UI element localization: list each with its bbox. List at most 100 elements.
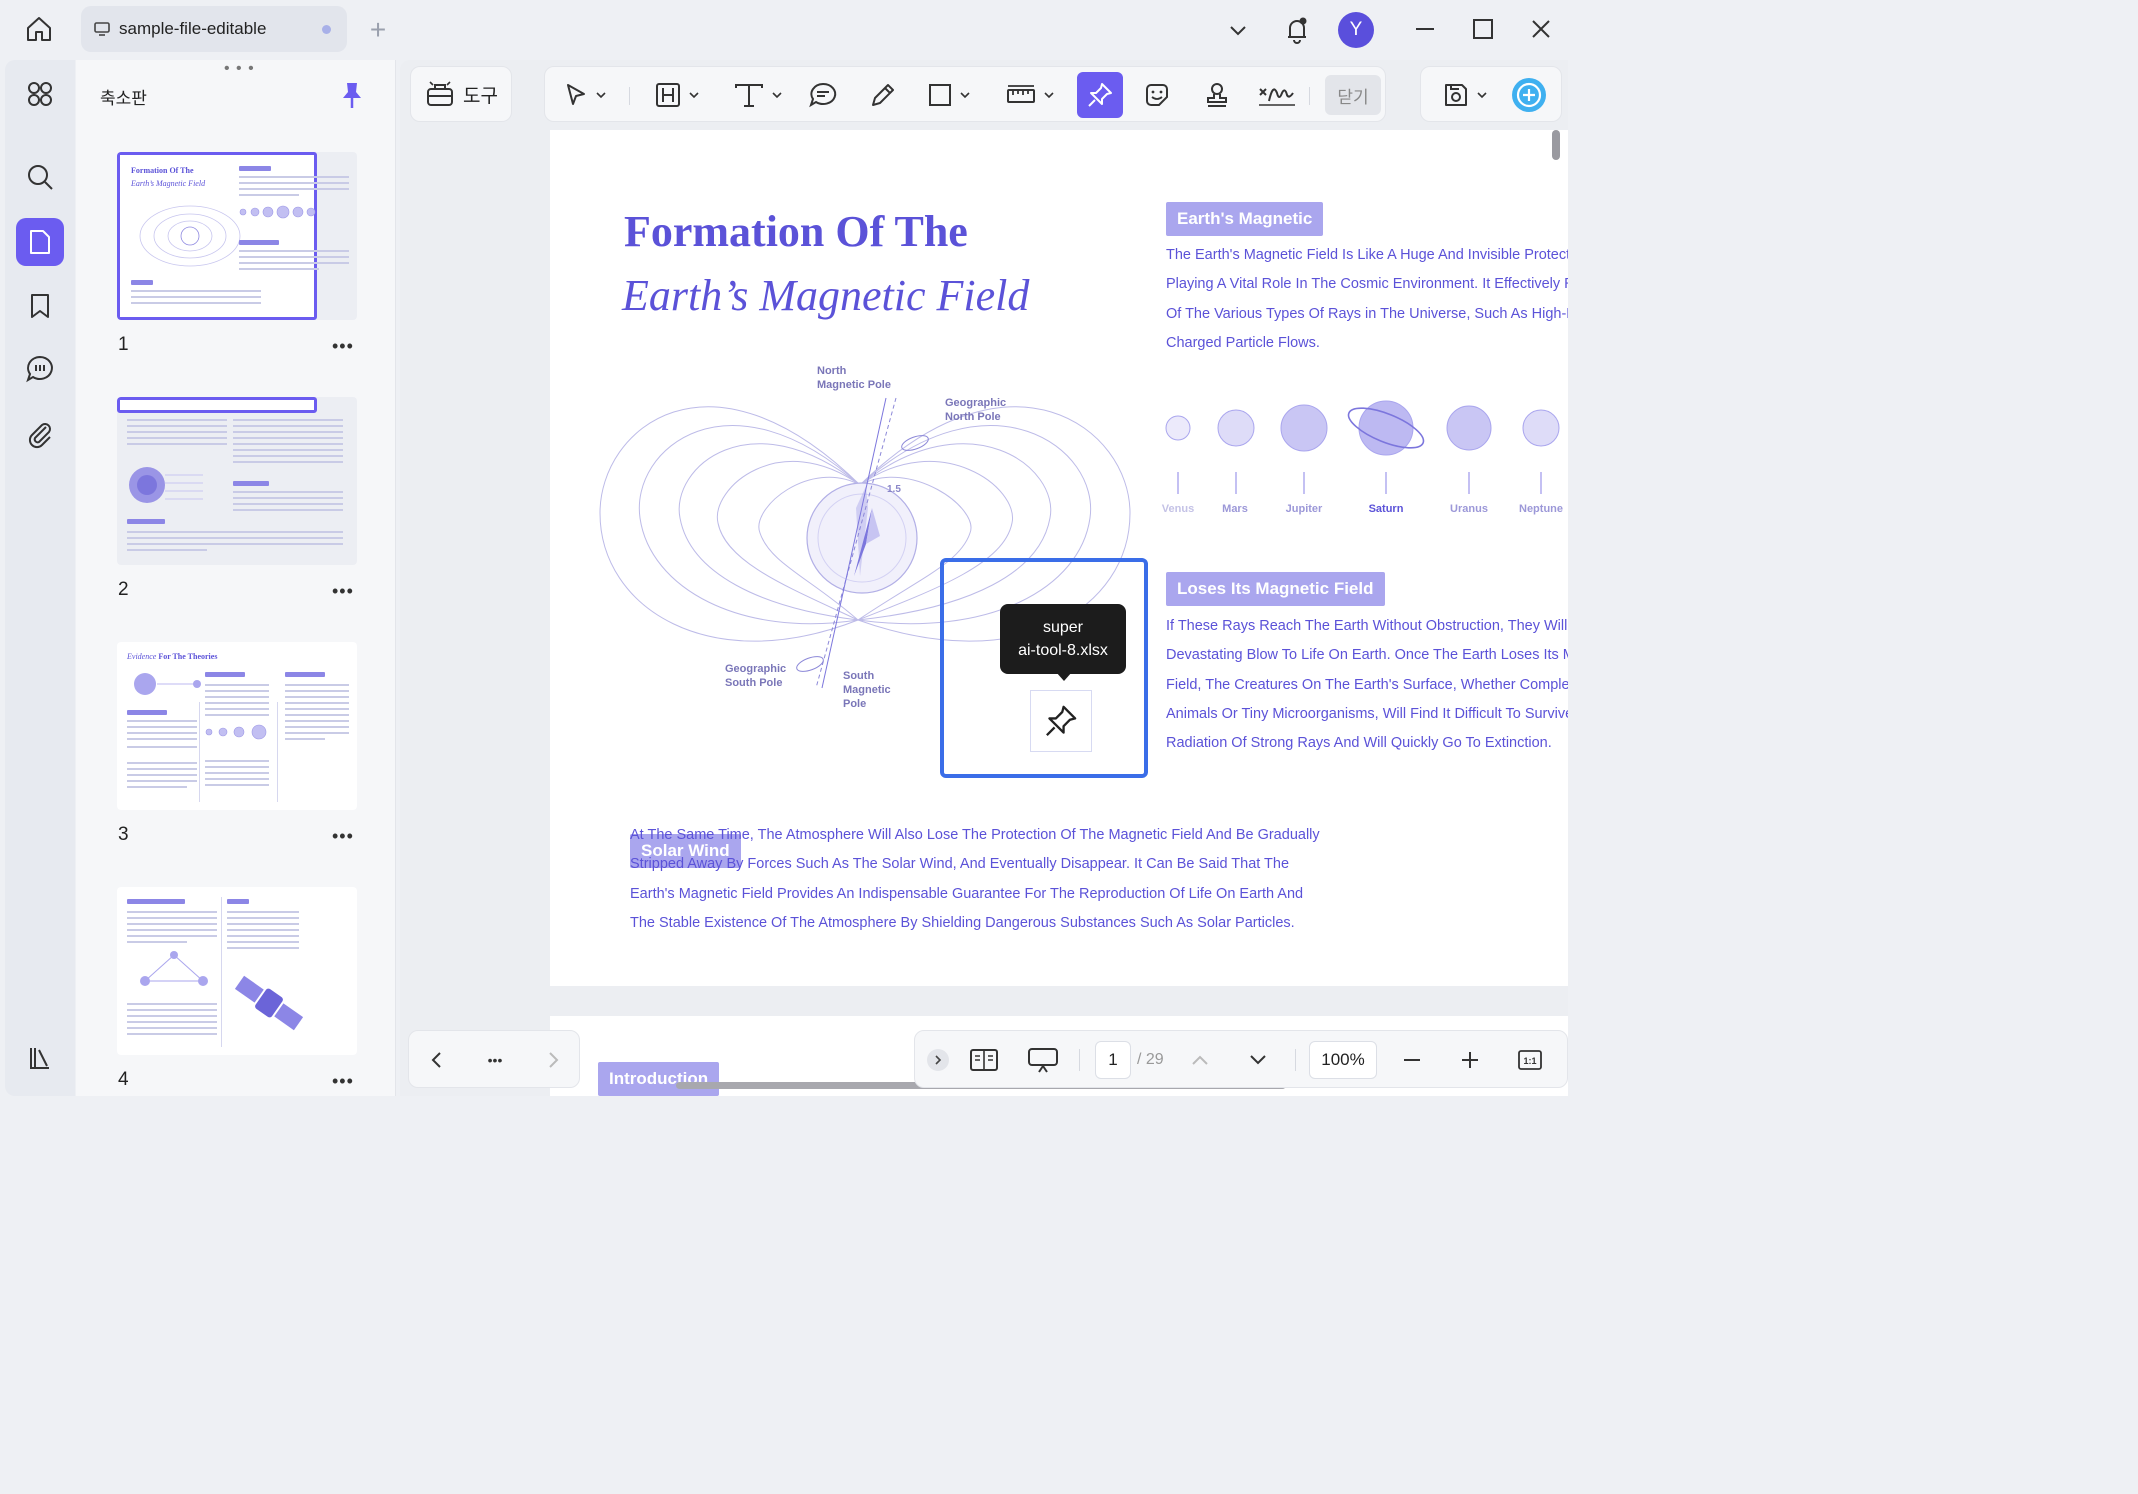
comments-button[interactable]	[16, 345, 64, 393]
maximize-icon	[1473, 19, 1493, 39]
minimize-icon	[1416, 28, 1434, 30]
previous-button[interactable]	[423, 1040, 451, 1080]
solar-wind-line-4: The Stable Existence Of The Atmosphere B…	[630, 915, 1295, 931]
pin-panel-button[interactable]	[340, 80, 364, 112]
save-button[interactable]	[1435, 75, 1495, 115]
tabs-dropdown-button[interactable]	[1222, 14, 1254, 46]
comment-bubble-icon	[809, 82, 837, 108]
paperclip-icon	[28, 423, 51, 449]
chevron-down-icon	[596, 92, 606, 99]
thumbnail-page-3[interactable]: Evidence For The Theories	[117, 642, 357, 810]
thumb-planets	[239, 205, 316, 219]
shape-tool[interactable]	[921, 75, 977, 115]
close-icon	[1532, 20, 1550, 38]
south-magnetic-pole-label: South Magnetic Pole	[843, 670, 891, 710]
section-heading-earths-magnetic: Earth's Magnetic	[1166, 202, 1324, 236]
zoom-in-button[interactable]	[1457, 1040, 1483, 1080]
vertical-scrollbar[interactable]	[1552, 130, 1560, 160]
thumb-subtitle: Earth’s Magnetic Field	[131, 179, 206, 188]
page-layout-button[interactable]	[967, 1040, 1001, 1080]
chevron-down-icon	[1044, 92, 1054, 99]
chevron-down-icon	[960, 92, 970, 99]
notifications-button[interactable]	[1280, 12, 1314, 48]
ai-assistant-button[interactable]	[1509, 75, 1549, 115]
two-page-icon	[970, 1049, 998, 1071]
maximize-button[interactable]	[1466, 12, 1500, 46]
pencil-tool[interactable]	[863, 75, 903, 115]
thumbnails-button[interactable]	[16, 218, 64, 266]
page-subtitle: Earth’s Magnetic Field	[622, 271, 1030, 320]
stamp-tool[interactable]	[1197, 75, 1237, 115]
library-button[interactable]	[16, 1034, 64, 1082]
planet-label: Uranus	[1450, 503, 1488, 515]
tools-button[interactable]: 도구	[410, 66, 512, 122]
planet-uranus	[1446, 405, 1492, 451]
tools-label: 도구	[463, 85, 498, 107]
highlight-icon	[656, 83, 680, 107]
next-button[interactable]	[539, 1040, 567, 1080]
pushpin-icon	[1046, 705, 1077, 736]
sticker-tool[interactable]	[1137, 75, 1177, 115]
page-icon	[30, 230, 50, 254]
annotation-toolbar: 닫기	[544, 66, 1386, 122]
thumbnail-more-button[interactable]: •••	[332, 1071, 354, 1092]
actual-size-button[interactable]: 1:1	[1515, 1040, 1545, 1080]
minimize-button[interactable]	[1408, 12, 1442, 46]
zoom-level[interactable]: 100%	[1309, 1041, 1377, 1079]
panel-grip[interactable]: • • •	[224, 60, 255, 78]
close-toolbar-button[interactable]: 닫기	[1325, 75, 1381, 115]
signature-tool[interactable]	[1255, 75, 1299, 115]
measure-tool[interactable]	[999, 75, 1061, 115]
comment-tool[interactable]	[803, 75, 843, 115]
more-button[interactable]: •••	[479, 1040, 511, 1080]
plus-icon	[1462, 1052, 1478, 1068]
attachments-button[interactable]	[16, 410, 64, 458]
thumb-diagram	[139, 205, 241, 267]
collapse-button[interactable]	[927, 1049, 949, 1071]
thumbnail-page-1[interactable]: Formation Of The Earth’s Magnetic Field	[117, 152, 357, 320]
stamp-icon	[1207, 83, 1227, 107]
page-number-input[interactable]: 1	[1095, 1041, 1131, 1079]
grid-icon	[28, 82, 52, 106]
close-window-button[interactable]	[1524, 12, 1558, 46]
thumb-planets	[205, 724, 267, 740]
actual-size-icon: 1:1	[1518, 1050, 1542, 1070]
document-tab[interactable]: sample-file-editable	[81, 6, 347, 52]
highlight-tool[interactable]	[649, 75, 705, 115]
present-button[interactable]	[1025, 1040, 1061, 1080]
page-down-button[interactable]	[1245, 1040, 1271, 1080]
unsaved-dot	[322, 25, 331, 34]
planet-label: Jupiter	[1285, 503, 1323, 515]
thumbnail-page-2[interactable]	[117, 397, 357, 565]
thumbnail-number: 3	[118, 824, 129, 845]
select-tool[interactable]	[557, 75, 613, 115]
north-magnetic-pole-label: North Magnetic Pole	[817, 365, 891, 391]
thumbnail-more-button[interactable]: •••	[332, 826, 354, 847]
minus-icon	[1404, 1059, 1420, 1061]
pin-note-tool[interactable]	[1077, 72, 1123, 118]
text-icon	[735, 84, 763, 107]
text-tool[interactable]	[727, 75, 789, 115]
pushpin-icon	[1088, 83, 1112, 107]
chevron-down-icon	[1230, 26, 1246, 36]
save-icon	[1445, 84, 1467, 106]
tilt-angle: 1.5	[887, 484, 901, 495]
page-up-button[interactable]	[1187, 1040, 1213, 1080]
thumbnail-more-button[interactable]: •••	[332, 581, 354, 602]
user-avatar[interactable]: Y	[1338, 12, 1374, 48]
thumbnail-number: 1	[118, 334, 129, 355]
bookmarks-button[interactable]	[16, 282, 64, 330]
zoom-out-button[interactable]	[1399, 1040, 1425, 1080]
pin-annotation[interactable]	[1030, 690, 1092, 752]
apps-button[interactable]	[16, 70, 64, 118]
presentation-icon	[1028, 1048, 1058, 1073]
thumbnail-page-4[interactable]	[117, 887, 357, 1055]
chevron-down-icon	[1250, 1055, 1266, 1065]
new-tab-button[interactable]: +	[362, 12, 394, 48]
section-paragraph: If These Rays Reach The Earth Without Ob…	[1166, 618, 1568, 752]
signature-icon	[1259, 88, 1295, 106]
home-button[interactable]	[14, 8, 64, 50]
document-area: 도구 닫기 Formation Of The Earth’s Magnetic …	[400, 60, 1568, 1096]
thumbnail-more-button[interactable]: •••	[332, 336, 354, 357]
search-button[interactable]	[16, 153, 64, 201]
